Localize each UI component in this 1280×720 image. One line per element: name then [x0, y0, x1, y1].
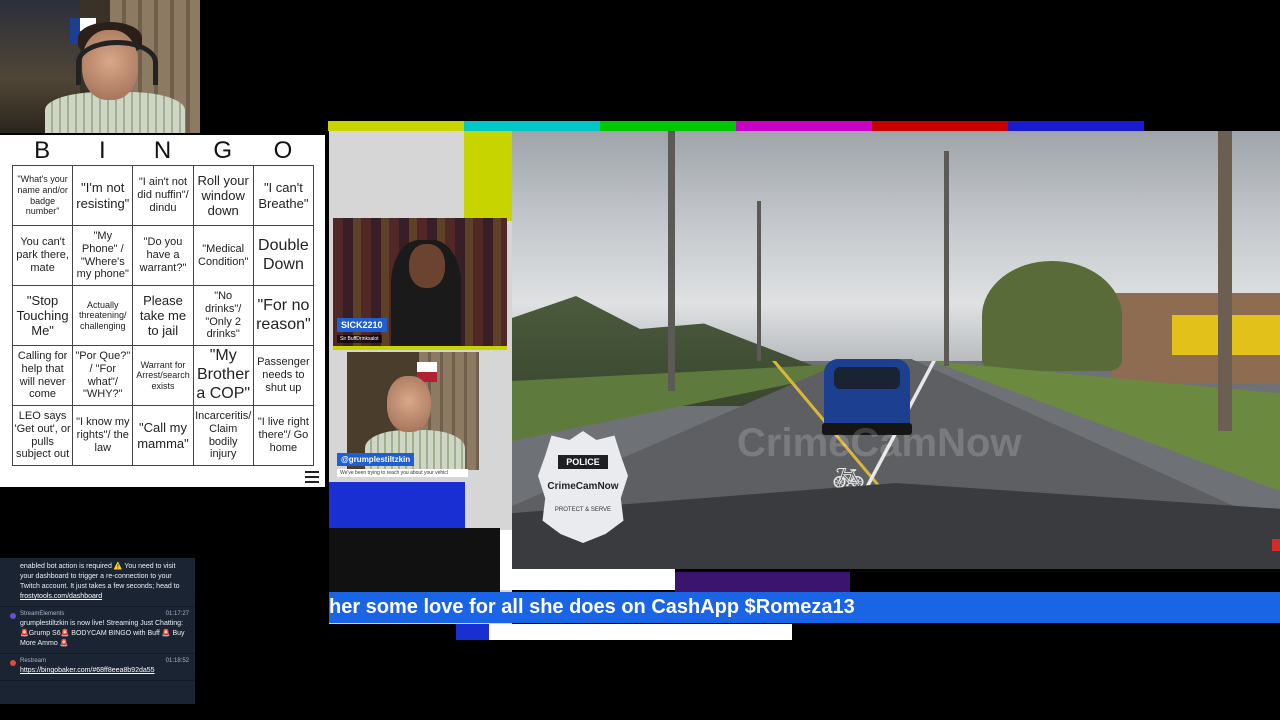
bingo-cell[interactable]: "I can't Breathe"	[253, 166, 314, 226]
bingo-cell[interactable]: Double Down	[253, 226, 314, 286]
backdrop-lime	[464, 121, 512, 221]
bingo-letter-n: N	[153, 137, 172, 164]
test-bar	[736, 121, 872, 131]
bingo-letter-i: I	[98, 137, 106, 164]
utility-pole	[757, 201, 761, 361]
test-bar	[328, 121, 464, 131]
utility-pole	[944, 151, 949, 366]
chat-message: StreamElements 01:17:27 grumplestiltzkin…	[0, 607, 195, 654]
backdrop-black	[329, 528, 500, 592]
utility-pole	[1218, 131, 1232, 431]
menu-icon[interactable]	[305, 471, 319, 483]
guest-name-label: SICK2210	[337, 318, 387, 332]
chat-link[interactable]: frostytools.com/dashboard	[20, 593, 102, 600]
bingo-card: B I N G O "What's your name and/or badge…	[0, 135, 325, 487]
ticker-bar: her some love for all she does on CashAp…	[329, 592, 1280, 623]
bingo-cell[interactable]: "I live right there"/ Go home	[253, 406, 314, 466]
bingo-cell[interactable]: Warrant for Arrest/search exists	[133, 346, 194, 406]
bingo-cell[interactable]: Passenger needs to shut up	[253, 346, 314, 406]
video-tree	[982, 261, 1122, 371]
chat-username: StreamElements	[20, 611, 65, 617]
bingo-letter-g: G	[213, 137, 233, 164]
bingo-cell[interactable]: "I know my rights"/ the law	[73, 406, 134, 466]
video-watermark: CrimeCamNow	[737, 421, 1022, 465]
bingo-cell[interactable]: "What's your name and/or badge number"	[13, 166, 74, 226]
bingo-cell[interactable]: "Por Que?" / "For what"/ "WHY?"	[73, 346, 134, 406]
host-name-label: @grumplestiltzkin	[337, 453, 415, 466]
record-indicator	[1272, 539, 1280, 551]
headphones-icon	[76, 40, 158, 85]
bingo-cell[interactable]: "Call my mamma"	[133, 406, 194, 466]
bingo-cell[interactable]: "My Phone" / "Where's my phone"	[73, 226, 134, 286]
chat-panel: enabled bot action is required ⚠️ You ne…	[0, 558, 195, 704]
bingo-cell[interactable]: "No drinks"/ "Only 2 drinks"	[193, 286, 254, 346]
bingo-cell[interactable]: "I'm not resisting"	[73, 166, 134, 226]
bingo-cell[interactable]: "My Brother a COP"	[193, 346, 254, 406]
host-subtitle: We've been trying to reach you about you…	[337, 469, 468, 477]
bingo-letter-o: O	[273, 137, 293, 164]
bingo-grid: "What's your name and/or badge number" "…	[12, 165, 314, 466]
test-bar	[464, 121, 600, 131]
bingo-cell[interactable]: Please take me to jail	[133, 286, 194, 346]
guest-face	[409, 244, 445, 288]
bingo-cell[interactable]: You can't park there, mate	[13, 226, 74, 286]
bingo-cell[interactable]: Calling for help that will never come	[13, 346, 74, 406]
chat-username: Restream	[20, 658, 47, 664]
chat-message: enabled bot action is required ⚠️ You ne…	[0, 558, 195, 607]
bingo-cell[interactable]: "I ain't not did nuffin"/ dindu	[133, 166, 194, 226]
badge-motto-text: PROTECT & SERVE	[554, 507, 612, 513]
streamer-webcam	[0, 0, 200, 133]
bingo-cell[interactable]: "Do you have a warrant?"	[133, 226, 194, 286]
test-bar	[1144, 121, 1280, 131]
bingo-cell[interactable]: Incarceritis/ Claim bodily injury	[193, 406, 254, 466]
bingo-cell[interactable]: LEO says 'Get out', or pulls subject out	[13, 406, 74, 466]
chat-message-text: enabled bot action is required ⚠️ You ne…	[20, 563, 180, 590]
guest-webcam: SICK2210 Sir BuffDrinksalot	[333, 218, 507, 348]
backdrop-lowbar	[456, 624, 792, 640]
backdrop-blue	[329, 482, 465, 529]
dashcam-video: 🚲︎ CrimeCamNow POLICE CrimeCamNow PROTEC…	[512, 131, 1280, 569]
chat-user-icon	[10, 660, 16, 666]
test-bar	[872, 121, 1008, 131]
test-bar	[1008, 121, 1144, 131]
chat-timestamp: 01:17:27	[165, 611, 189, 617]
badge-police-text: POLICE	[558, 455, 608, 469]
color-test-bars	[328, 121, 1280, 131]
bingo-cell[interactable]: "For no reason"	[253, 286, 314, 346]
backdrop-purple	[675, 572, 850, 592]
chat-link[interactable]: https://bingobaker.com/#68ff8eea8b92da55	[20, 667, 155, 674]
guest-subtitle: Sir BuffDrinksalot	[337, 335, 382, 343]
bingo-cell[interactable]: "Medical Condition"	[193, 226, 254, 286]
chat-timestamp: 01:18:52	[165, 658, 189, 664]
bingo-letter-b: B	[34, 137, 51, 164]
test-bar	[600, 121, 736, 131]
police-badge-logo: POLICE CrimeCamNow PROTECT & SERVE	[538, 431, 628, 543]
bingo-cell[interactable]: Roll your window down	[193, 166, 254, 226]
chat-user-icon	[10, 613, 16, 619]
host-face	[387, 376, 431, 432]
chat-message-text: grumplestiltzkin is now live! Streaming …	[20, 620, 185, 647]
utility-pole	[668, 131, 675, 391]
badge-brand-text: CrimeCamNow	[547, 481, 619, 492]
bingo-header: B I N G O	[12, 137, 313, 165]
bingo-cell[interactable]: "Stop Touching Me"	[13, 286, 74, 346]
video-building	[1112, 293, 1280, 383]
chat-message: Restream 01:18:52 https://bingobaker.com…	[0, 654, 195, 681]
bingo-cell[interactable]: Actually threatening/ challenging	[73, 286, 134, 346]
guest-cam-border	[333, 346, 507, 350]
